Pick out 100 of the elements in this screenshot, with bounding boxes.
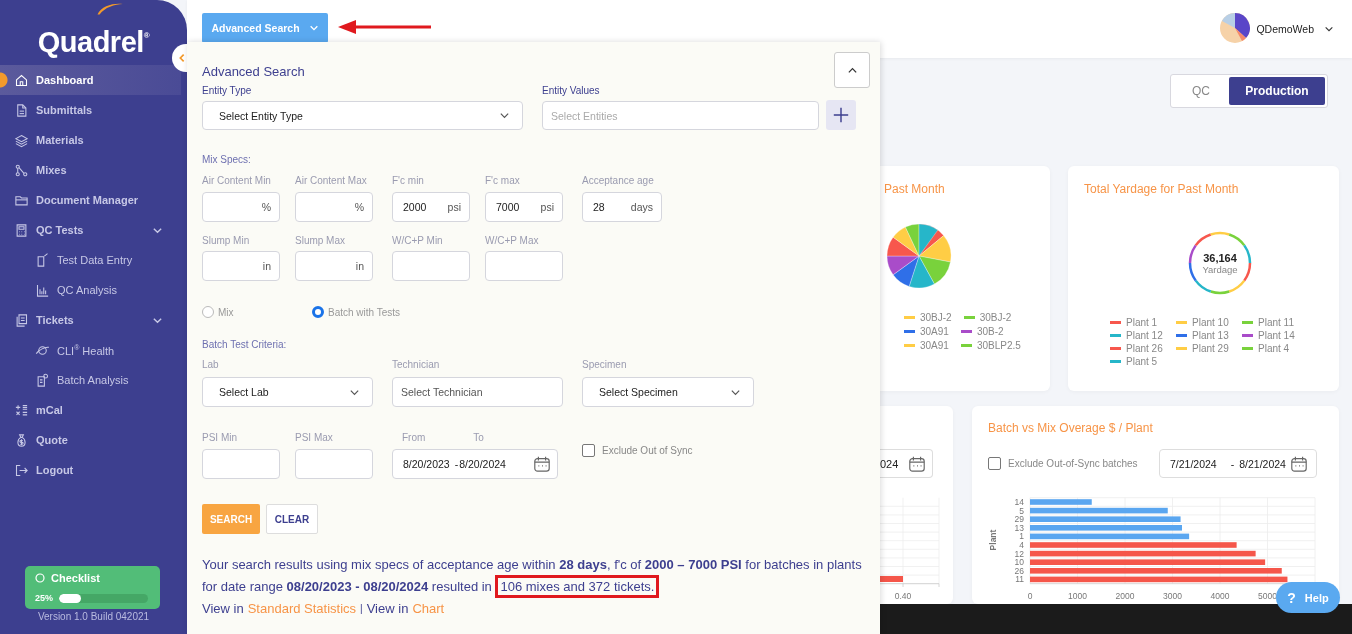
logout-icon [14,462,29,478]
radio-label: Mix [218,306,234,318]
pie-chart [886,223,952,289]
field-label: F'c max [485,175,521,187]
mode-tab[interactable]: QC [1173,77,1229,105]
axis-label: 12 [1014,548,1024,559]
chevron-left-icon [177,53,187,63]
legend-item: Plant 14 [1242,329,1306,342]
field-label: From [402,432,426,444]
checkbox[interactable] [988,457,1001,470]
tickets-icon [14,312,29,328]
entity-type-dropdown[interactable]: Select Entity Type [202,101,523,130]
calendar-icon[interactable] [1290,454,1308,473]
calendar-icon[interactable] [908,454,926,473]
avatar-icon [1220,13,1251,43]
tick-label: 0.40 [894,591,912,601]
field-label: Slump Max [295,235,346,247]
radio-button[interactable] [202,306,214,318]
clear-button[interactable]: CLEAR [266,504,318,534]
legend-item: Plant 12 [1110,329,1174,342]
field-label: W/C+P Max [485,235,540,247]
axis-label: 29 [1014,514,1024,525]
nav-item[interactable]: Submittals [0,95,181,125]
input-field[interactable]: in [202,251,280,281]
input-field[interactable]: 7000 psi [485,192,563,222]
checkbox-label: Exclude Out of Sync [602,445,693,456]
input-field[interactable] [295,449,373,479]
nav-subitem[interactable]: QC Analysis [0,275,181,305]
checklist-title: Checklist [51,572,100,584]
legend-item: Plant 29 [1176,342,1240,355]
axis-label: 5 [1019,505,1024,516]
field-label: Specimen [582,359,628,371]
home-icon [14,72,29,88]
math-grid-icon [14,402,29,418]
nav-subitem[interactable]: Batch Analysis [0,365,181,395]
field-label: Acceptance age [582,175,655,187]
circle-icon [35,573,45,583]
nav-item[interactable]: Quote [0,425,181,455]
input-field[interactable] [392,251,470,281]
entity-values-field[interactable]: Select Entities [542,101,819,130]
nodes-icon [14,162,29,178]
calendar-icon[interactable] [533,455,551,473]
legend-item: 30A91 [904,325,949,338]
input-field[interactable] [202,449,280,479]
lab-dropdown[interactable]: Select Lab [202,377,373,407]
input-field[interactable]: % [202,192,280,222]
radio-button[interactable] [312,306,324,318]
axis-label: 11 [1015,574,1024,585]
donut-chart [1187,230,1253,296]
input-field[interactable]: 2000 psi [392,192,470,222]
date-range-field[interactable]: 8/20/2023 -8/20/2024 [392,449,558,479]
nav-item[interactable]: QC Tests [0,215,181,245]
section-heading: Mix Specs: [202,154,252,166]
legend-item: 30B-2 [960,325,1004,338]
nav-subitem[interactable]: Test Data Entry [0,245,181,275]
checklist-percent: 25% [35,593,53,603]
axis-label: 14 [1014,497,1024,507]
document-badge-icon [35,372,50,388]
field-label: To [473,432,484,444]
legend-item: Plant 10 [1176,316,1240,329]
field-label: F'c min [392,175,425,187]
legend-item: Plant 26 [1110,342,1174,355]
nav-subitem[interactable]: CLI$^{®}$ Health [0,335,181,365]
field-label: Technician [392,359,441,371]
checkbox[interactable] [582,444,595,457]
add-button[interactable] [826,100,856,130]
legend-item: Plant 4 [1242,342,1306,355]
mode-tab[interactable]: Production [1229,77,1325,105]
technician-field[interactable]: Select Technician [392,377,563,407]
axis-label: 13 [1014,522,1024,533]
nav-item[interactable]: Logout [0,455,181,485]
input-field[interactable]: 28 days [582,192,662,222]
axis-title: Plant [988,529,998,551]
field-label: Entity Values [542,84,601,98]
card-title: Total Yardage for Past Month [1084,182,1240,196]
specimen-dropdown[interactable]: Select Specimen [582,377,754,407]
chevron-down-icon[interactable] [1324,24,1334,34]
chevron-down-icon [499,110,510,121]
nav-item[interactable]: Document Manager [0,185,181,215]
nav-item[interactable]: Mixes [0,155,181,185]
total-value: 36,164 [1203,251,1237,264]
nav-item[interactable]: mCal [0,395,181,425]
input-field[interactable]: % [295,192,373,222]
bar-chart-icon [35,282,50,298]
nav-item[interactable]: Materials [0,125,181,155]
total-unit: Yardage [1202,263,1238,275]
input-field[interactable]: in [295,251,373,281]
tick-label: 1000 [1068,591,1087,601]
document-icon [14,102,29,118]
input-field[interactable] [485,251,563,281]
axis-label: 4 [1019,540,1024,550]
nav-item[interactable]: Tickets [0,305,181,335]
notepad-icon [35,252,50,268]
user-name[interactable]: QDemoWeb [1256,23,1314,35]
field-label: Air Content Min [202,175,272,187]
legend-item: 30BJ-2 [963,311,1012,324]
tick-label: 0 [1027,591,1033,601]
nav-item[interactable]: Dashboard [0,65,181,95]
money-bag-icon [14,432,29,448]
date-range-field[interactable]: 7/21/2024 - 8/21/2024 [1159,449,1317,478]
